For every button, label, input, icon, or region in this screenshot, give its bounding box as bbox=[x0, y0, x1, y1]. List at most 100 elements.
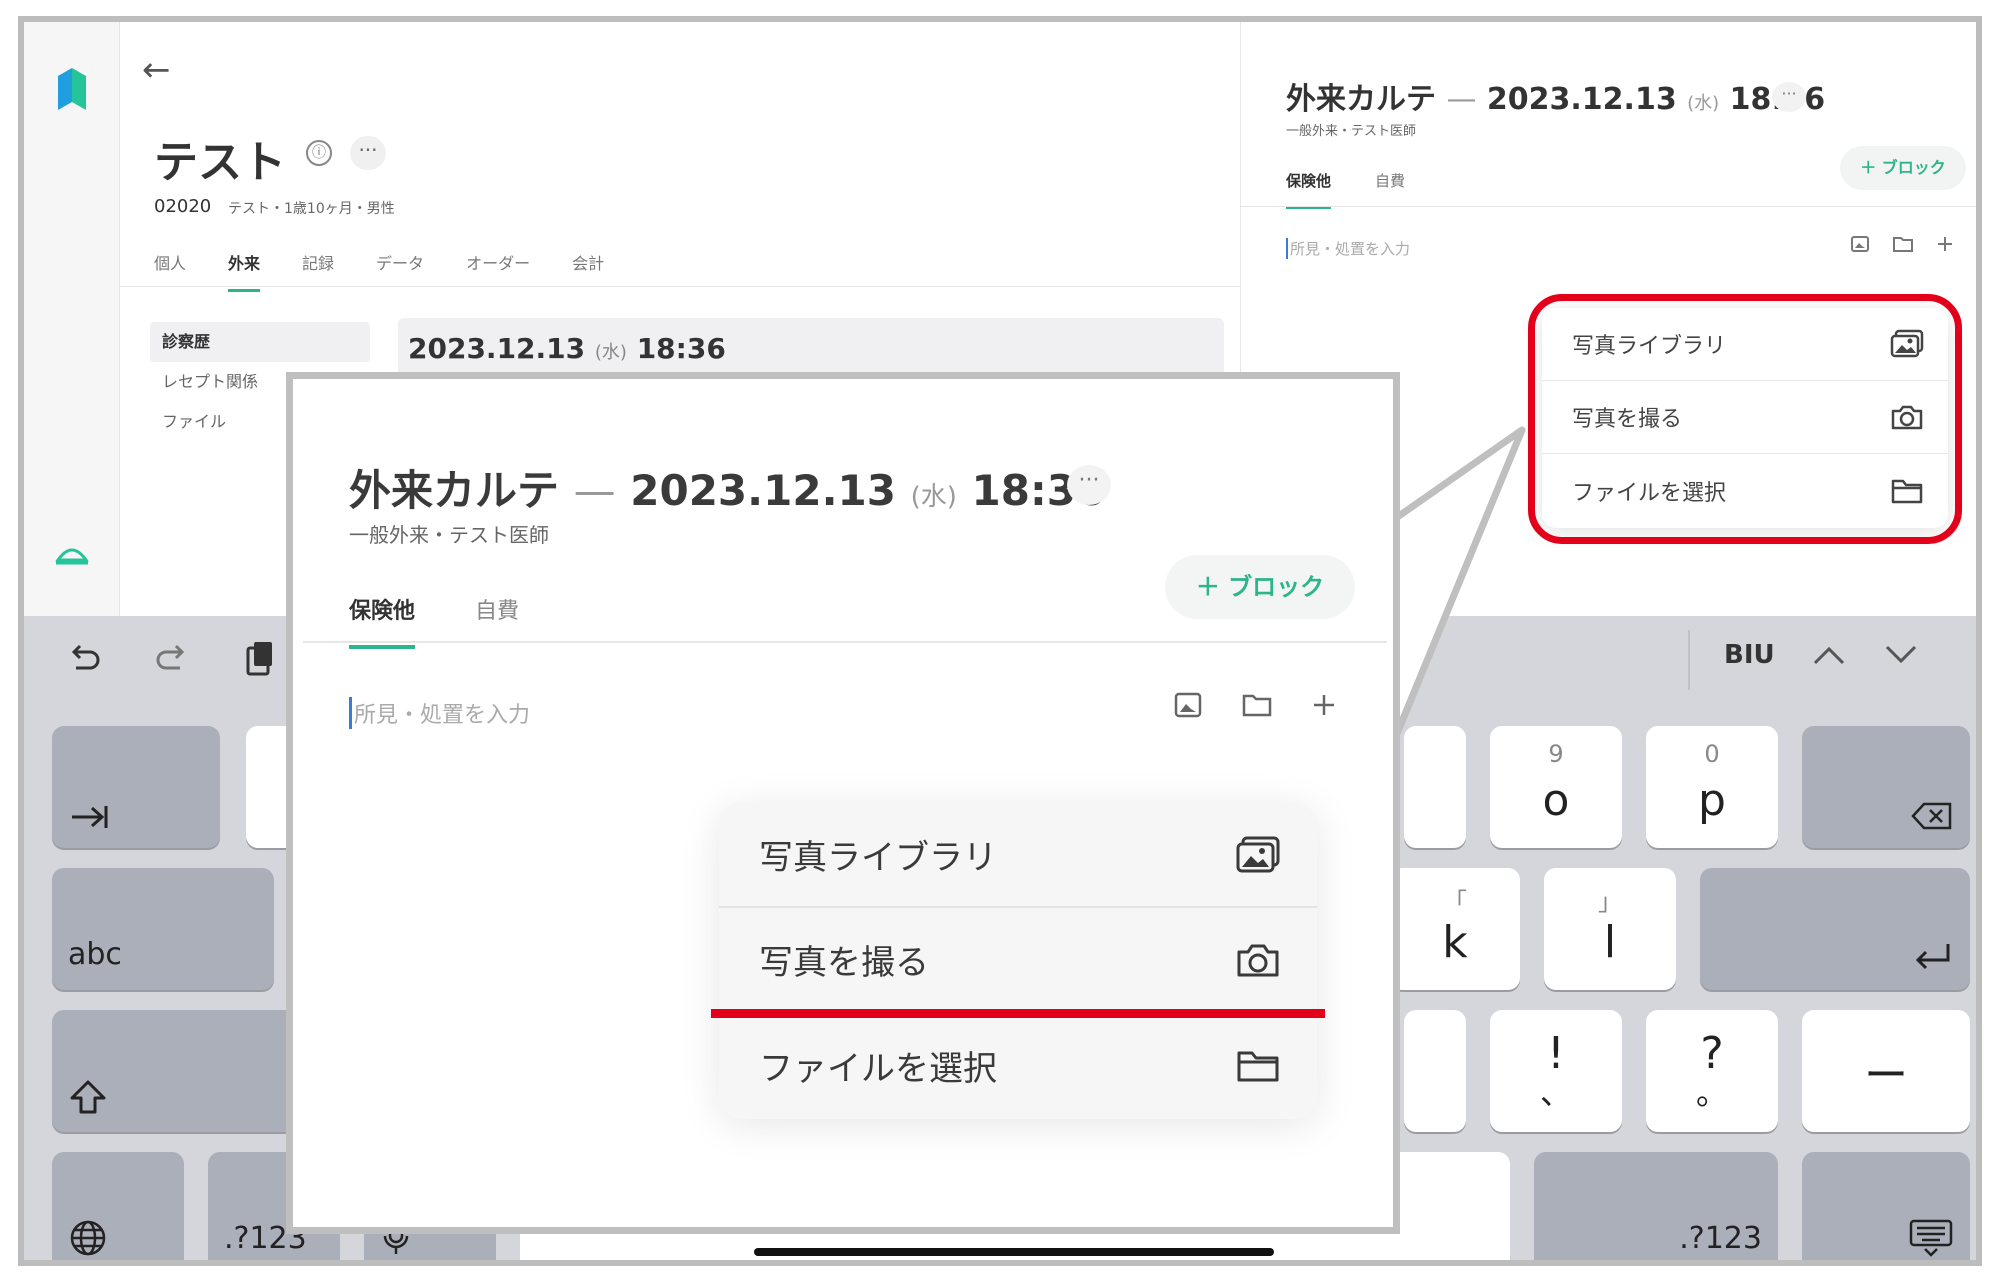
key-m[interactable] bbox=[1404, 1010, 1466, 1132]
key-question[interactable]: ? 。 bbox=[1646, 1010, 1778, 1132]
callout-findings-input[interactable]: 所見・処置を入力 bbox=[349, 697, 530, 729]
chart-more-button[interactable]: ··· bbox=[1772, 82, 1806, 112]
side-item-history[interactable]: 診察歴 bbox=[150, 322, 370, 362]
add-block-button[interactable]: ＋ ブロック bbox=[1840, 146, 1966, 190]
highlight-ring bbox=[1528, 294, 1962, 544]
chart-tabs: 保険他 自費 bbox=[1286, 170, 1449, 209]
format-biu-button[interactable]: BIU bbox=[1724, 640, 1775, 670]
input-toolbar bbox=[1850, 234, 1954, 254]
abc-key-label: abc bbox=[68, 937, 122, 972]
tab-self-pay[interactable]: 自費 bbox=[1375, 170, 1405, 209]
key-o-sub: 9 bbox=[1548, 740, 1564, 768]
toolbar-separator bbox=[1688, 630, 1690, 690]
side-rail bbox=[24, 22, 120, 616]
shift-icon bbox=[70, 1080, 106, 1114]
findings-input[interactable]: 所見・処置を入力 bbox=[1286, 238, 1410, 259]
key-i[interactable] bbox=[1404, 726, 1466, 848]
chart-day: (水) bbox=[1687, 93, 1720, 114]
keyboard-hide-icon bbox=[1909, 1219, 1953, 1257]
keyboard-toolbar bbox=[64, 638, 280, 678]
undo-icon[interactable] bbox=[64, 638, 104, 678]
folder-icon bbox=[1237, 1051, 1279, 1081]
callout-tabs-divider bbox=[303, 641, 1387, 643]
patient-more-button[interactable]: ··· bbox=[350, 136, 386, 170]
patient-meta: テスト・1歳10ヶ月・男性 bbox=[228, 201, 395, 217]
patient-name: テスト bbox=[154, 137, 286, 188]
highlight-underline bbox=[711, 1009, 1325, 1018]
callout-subtitle: 一般外来・テスト医師 bbox=[349, 523, 549, 547]
backspace-icon bbox=[1911, 802, 1952, 830]
redo-icon[interactable] bbox=[152, 638, 192, 678]
delete-key[interactable] bbox=[1802, 726, 1970, 848]
zoom-callout: 外来カルテ — 2023.12.13 (水) 18:36 ··· 一般外来・テス… bbox=[286, 372, 1400, 1234]
key-k[interactable]: 「 k bbox=[1390, 868, 1520, 990]
numbers-key-right-label: .?123 bbox=[1679, 1221, 1762, 1256]
key-p[interactable]: 0 p bbox=[1646, 726, 1778, 848]
tab-insurance[interactable]: 保険他 bbox=[1286, 170, 1332, 209]
callout-menu-label-photo-library: 写真ライブラリ bbox=[759, 838, 997, 878]
chevron-up-icon[interactable] bbox=[1811, 643, 1847, 667]
key-o-label: o bbox=[1542, 775, 1570, 826]
key-k-label: k bbox=[1442, 917, 1468, 968]
callout-menu-take-photo[interactable]: 写真を撮る bbox=[719, 908, 1317, 1013]
callout-add-block-button[interactable]: ＋ ブロック bbox=[1165, 555, 1355, 619]
callout-input-toolbar bbox=[1173, 691, 1337, 719]
key-long-dash[interactable]: ー bbox=[1802, 1010, 1970, 1132]
callout-menu-label-take-photo: 写真を撮る bbox=[759, 943, 929, 983]
key-exclamation[interactable]: ! 、 bbox=[1490, 1010, 1622, 1132]
folder-icon[interactable] bbox=[1241, 691, 1273, 719]
bell-icon[interactable] bbox=[54, 538, 90, 566]
paste-icon[interactable] bbox=[240, 638, 280, 678]
numbers-key-right[interactable]: .?123 bbox=[1534, 1152, 1778, 1260]
callout-menu-label-choose-file: ファイルを選択 bbox=[759, 1049, 997, 1089]
chart-date: 2023.12.13 bbox=[1486, 82, 1677, 117]
key-exclamation-sub: 、 bbox=[1539, 1074, 1572, 1112]
image-icon[interactable] bbox=[1850, 234, 1870, 254]
key-l[interactable]: 」 l bbox=[1544, 868, 1676, 990]
key-p-sub: 0 bbox=[1704, 740, 1720, 768]
visit-day: (水) bbox=[594, 342, 627, 363]
callout-chart-title: 外来カルテ — 2023.12.13 (水) 18:36 bbox=[349, 457, 1105, 518]
app-logo-icon bbox=[58, 68, 86, 110]
title-dash: — bbox=[1446, 82, 1477, 117]
key-question-sub: 。 bbox=[1695, 1074, 1728, 1112]
abc-key[interactable]: abc bbox=[52, 868, 274, 990]
info-icon[interactable]: ⓘ bbox=[306, 140, 332, 166]
back-arrow-icon[interactable]: ← bbox=[142, 50, 171, 90]
globe-key[interactable] bbox=[52, 1152, 184, 1260]
hide-keyboard-key[interactable] bbox=[1802, 1152, 1970, 1260]
chart-tabs-divider bbox=[1240, 206, 1976, 207]
callout-menu-choose-file[interactable]: ファイルを選択 bbox=[719, 1013, 1317, 1118]
callout-date: 2023.12.13 bbox=[630, 466, 896, 515]
return-key[interactable] bbox=[1700, 868, 1970, 990]
tab-key[interactable] bbox=[52, 726, 220, 848]
callout-menu-photo-library[interactable]: 写真ライブラリ bbox=[719, 803, 1317, 908]
patient-id: 02020 bbox=[154, 196, 212, 217]
key-k-sub: 「 bbox=[1443, 888, 1467, 916]
shift-key[interactable] bbox=[52, 1010, 322, 1132]
photo-library-icon bbox=[1236, 836, 1280, 872]
plus-icon[interactable] bbox=[1936, 234, 1954, 254]
globe-icon bbox=[70, 1220, 106, 1256]
tab-arrow-icon bbox=[72, 806, 108, 828]
visit-datetime: 2023.12.13 (水) 18:36 bbox=[408, 332, 726, 365]
key-l-label: l bbox=[1603, 917, 1617, 968]
image-icon[interactable] bbox=[1173, 691, 1203, 719]
folder-icon[interactable] bbox=[1892, 234, 1914, 254]
chart-title: 外来カルテ — 2023.12.13 (水) 18:36 bbox=[1286, 74, 1825, 118]
tabs-divider bbox=[120, 286, 1240, 287]
key-long-dash-label: ー bbox=[1864, 1050, 1908, 1101]
visit-time: 18:36 bbox=[636, 332, 726, 365]
callout-title-dash: — bbox=[573, 466, 616, 515]
chevron-down-icon[interactable] bbox=[1883, 643, 1919, 667]
key-l-sub: 」 bbox=[1598, 888, 1622, 916]
callout-more-button[interactable]: ··· bbox=[1067, 465, 1111, 505]
return-icon bbox=[1915, 944, 1950, 970]
plus-icon[interactable] bbox=[1311, 691, 1337, 719]
key-p-label: p bbox=[1698, 775, 1726, 826]
chart-subtitle: 一般外来・テスト医師 bbox=[1286, 124, 1417, 139]
callout-title-label: 外来カルテ bbox=[349, 466, 560, 515]
key-o[interactable]: 9 o bbox=[1490, 726, 1622, 848]
keyboard-right-tools: BIU bbox=[1724, 640, 1919, 670]
callout-day: (水) bbox=[910, 482, 957, 512]
